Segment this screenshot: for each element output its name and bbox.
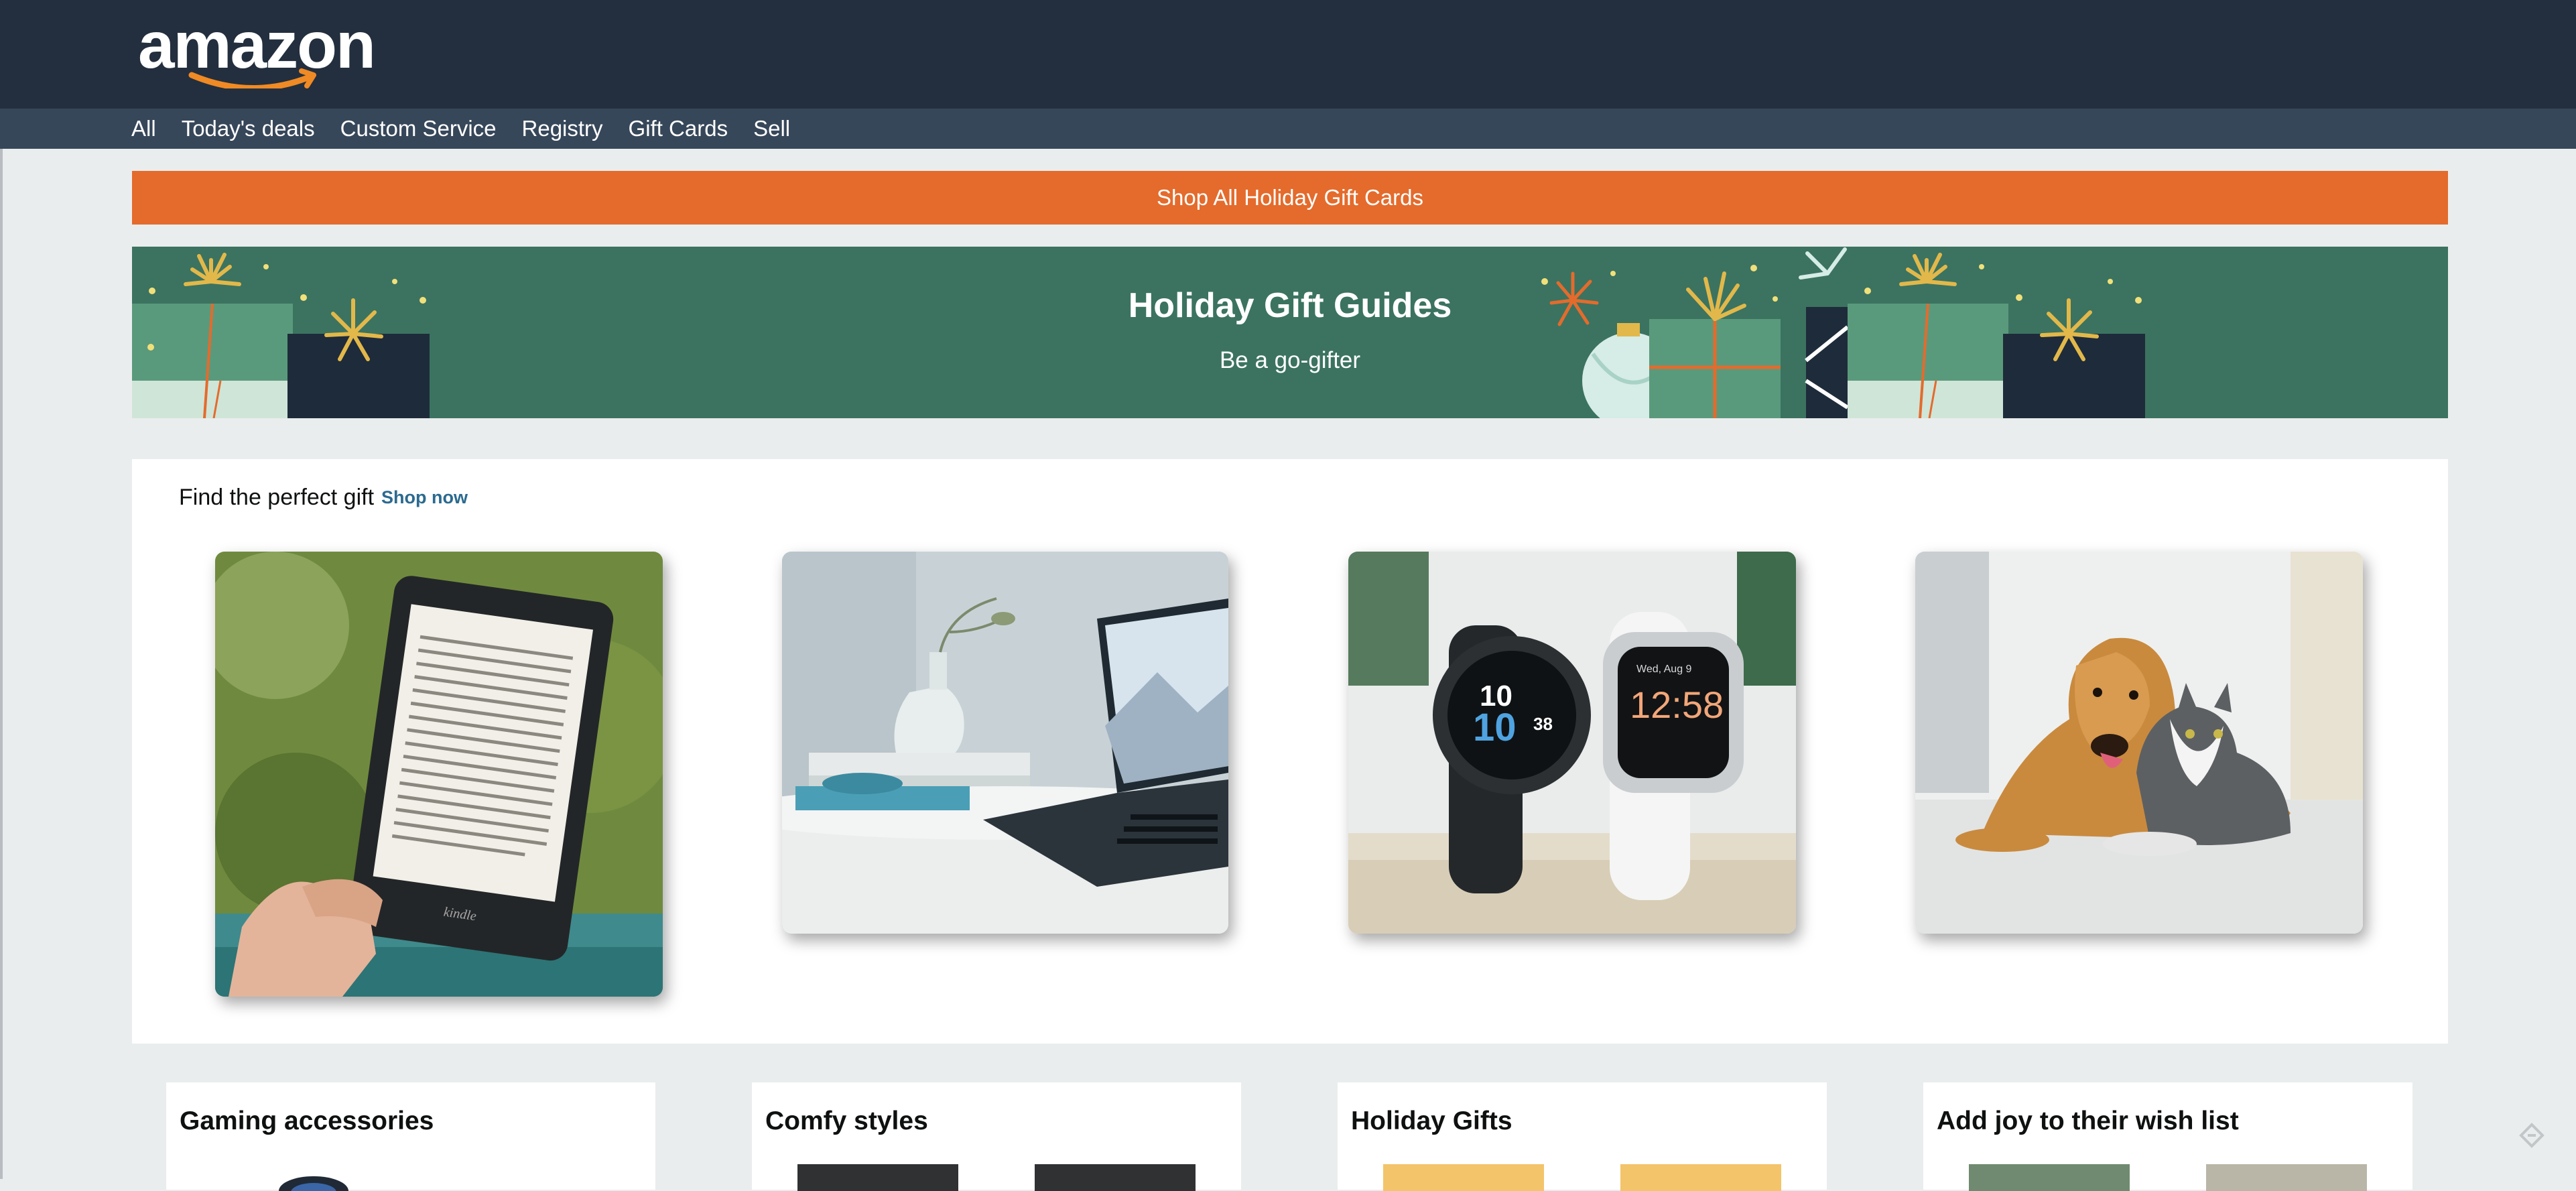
gift-box-illustration: [132, 247, 2145, 418]
tile-title: Comfy styles: [765, 1107, 928, 1135]
shop-now-link[interactable]: Shop now: [381, 487, 468, 508]
hero-title: Holiday Gift Guides: [1128, 286, 1452, 325]
tile-holiday-gifts[interactable]: Holiday Gifts: [1338, 1082, 1827, 1191]
smartwatches-photo: 10 10 38 Wed, Aug 9 12:58: [1348, 552, 1796, 934]
promo-label: Shop All Holiday Gift Cards: [1156, 185, 1423, 210]
laptop-photo: [782, 552, 1228, 934]
nav-item-custom-service[interactable]: Custom Service: [340, 111, 497, 147]
comfy-thumbnail-2: [1035, 1164, 1196, 1191]
site-header: amazon: [0, 0, 2576, 109]
tile-wish-list[interactable]: Add joy to their wish list: [1923, 1082, 2412, 1191]
section-heading: Find the perfect gift: [179, 485, 375, 510]
holiday-thumbnail-2: [1620, 1164, 1781, 1191]
nav-item-todays-deals[interactable]: Today's deals: [182, 111, 315, 147]
page-corner-icon[interactable]: [2517, 1121, 2547, 1150]
hero-subtitle: Be a go-gifter: [1219, 347, 1361, 373]
nav-bar: All Today's deals Custom Service Registr…: [0, 109, 2576, 149]
window-edge: [0, 0, 3, 1179]
tile-title: Holiday Gifts: [1351, 1107, 1512, 1135]
holiday-thumbnail-1: [1383, 1164, 1544, 1191]
gift-card-smartwatches[interactable]: 10 10 38 Wed, Aug 9 12:58: [1348, 552, 1796, 934]
tile-title: Gaming accessories: [180, 1107, 434, 1135]
headset-thumbnail: [279, 1176, 348, 1191]
watch-right-date: Wed, Aug 9: [1636, 664, 1692, 675]
holiday-gift-guides-banner[interactable]: Holiday Gift Guides Be a go-gifter: [132, 247, 2448, 418]
nav-items: All Today's deals Custom Service Registr…: [131, 109, 816, 149]
dog-and-cat-photo: [1915, 552, 2363, 934]
kindle-photo: kindle: [215, 552, 663, 997]
shop-gift-cards-banner[interactable]: Shop All Holiday Gift Cards: [132, 171, 2448, 225]
tile-gaming-accessories[interactable]: Gaming accessories: [166, 1082, 655, 1191]
gift-card-laptop[interactable]: [782, 552, 1228, 934]
smile-arrow-icon: [188, 68, 316, 88]
watch-left-small-number: 38: [1533, 714, 1553, 734]
find-perfect-gift-section: Find the perfect gift Shop now kindle 10…: [132, 459, 2448, 1044]
wishlist-thumbnail-2: [2206, 1164, 2367, 1191]
nav-item-sell[interactable]: Sell: [753, 111, 790, 147]
watch-left-big-number: 10: [1473, 706, 1517, 749]
tile-comfy-styles[interactable]: Comfy styles: [752, 1082, 1241, 1191]
gift-card-pets[interactable]: [1915, 552, 2363, 934]
amazon-logo[interactable]: amazon: [138, 12, 376, 88]
watch-right-time: 12:58: [1630, 684, 1724, 726]
nav-item-registry[interactable]: Registry: [522, 111, 603, 147]
comfy-thumbnail-1: [797, 1164, 958, 1191]
wishlist-thumbnail-1: [1969, 1164, 2130, 1191]
nav-item-gift-cards[interactable]: Gift Cards: [629, 111, 728, 147]
gift-card-kindle[interactable]: kindle: [215, 552, 663, 997]
nav-item-all[interactable]: All: [131, 111, 156, 147]
tile-title: Add joy to their wish list: [1937, 1107, 2239, 1135]
